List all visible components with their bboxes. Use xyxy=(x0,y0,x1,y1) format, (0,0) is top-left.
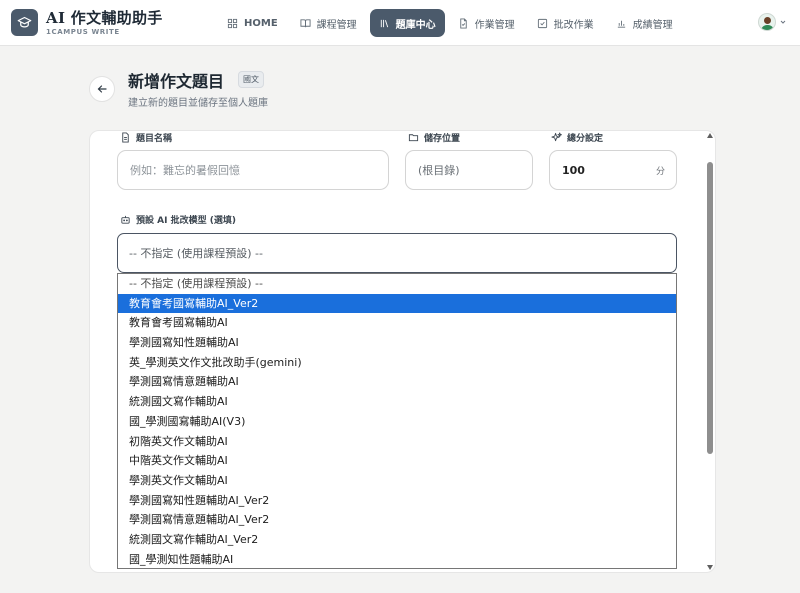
dropdown-option[interactable]: 國_學測知性題輔助AI xyxy=(118,550,676,568)
sparkle-icon xyxy=(551,132,562,142)
nav-item-label: 課程管理 xyxy=(316,19,357,31)
nav-item-grading[interactable]: 批改作業 xyxy=(528,9,603,37)
dropdown-option[interactable]: 學測國寫知性題輔助AI_Ver2 xyxy=(118,491,676,511)
dropdown-option[interactable]: 教育會考國寫輔助AI xyxy=(118,313,676,333)
app-subtitle: 1CAMPUS WRITE xyxy=(46,28,120,36)
score-input[interactable]: 100 分 xyxy=(549,150,677,190)
page-subtitle: 建立新的題目並儲存至個人題庫 xyxy=(128,98,268,109)
nav-item-label: 成績管理 xyxy=(632,19,673,31)
dropdown-option[interactable]: 學測國寫情意題輔助AI_Ver2 xyxy=(118,510,676,530)
file-icon xyxy=(459,17,467,29)
score-field-label: 總分設定 xyxy=(551,131,603,144)
title-input-placeholder: 例如：難忘的暑假回憶 xyxy=(130,164,240,177)
graduation-cap-icon[interactable] xyxy=(11,9,38,36)
nav-item-label: 題庫中心 xyxy=(395,19,436,31)
document-icon xyxy=(122,132,129,143)
nav-item-question-bank[interactable]: 題庫中心 xyxy=(369,9,445,37)
nav-item-scores[interactable]: 成績管理 xyxy=(607,9,682,37)
dropdown-option[interactable]: -- 不指定 (使用課程預設) -- xyxy=(118,274,676,294)
subject-badge: 國文 xyxy=(238,71,264,88)
dropdown-option-highlighted[interactable]: 教育會考國寫輔助AI_Ver2 xyxy=(118,293,676,314)
dropdown-option[interactable]: 學測英文作文輔助AI xyxy=(118,471,676,491)
book-icon xyxy=(300,18,311,27)
library-icon xyxy=(380,19,388,27)
scroll-down-arrow-icon[interactable] xyxy=(707,565,713,570)
main-nav: HOME 課程管理 題庫中心 作業管理 批改作業 成績管理 xyxy=(218,9,686,37)
dropdown-option[interactable]: 學測國寫知性題輔助AI xyxy=(118,333,676,353)
nav-item-assignments[interactable]: 作業管理 xyxy=(449,9,524,37)
nav-item-home[interactable]: HOME xyxy=(218,9,287,37)
page-title: 新增作文題目 xyxy=(128,72,225,91)
score-unit: 分 xyxy=(655,167,665,177)
nav-item-label: 批改作業 xyxy=(553,19,594,31)
model-select[interactable]: -- 不指定 (使用課程預設) -- xyxy=(117,233,677,273)
score-value: 100 xyxy=(562,163,585,177)
check-square-icon xyxy=(537,18,547,28)
model-select-value: -- 不指定 (使用課程預設) -- xyxy=(129,247,263,260)
app-title: AI 作文輔助助手 xyxy=(46,9,163,27)
dropdown-option[interactable]: 學測國寫情意題輔助AI xyxy=(118,372,676,392)
avatar[interactable] xyxy=(758,13,776,31)
title-input[interactable]: 例如：難忘的暑假回憶 xyxy=(117,150,389,190)
back-button[interactable] xyxy=(89,76,115,102)
dropdown-option[interactable]: 英_學測英文作文批改助手(gemini) xyxy=(118,353,676,373)
dropdown-option[interactable]: 國_學測國寫輔助AI(V3) xyxy=(118,412,676,432)
user-menu[interactable] xyxy=(758,13,787,31)
folder-icon xyxy=(408,134,419,142)
model-dropdown-list[interactable]: -- 不指定 (使用課程預設) -- 教育會考國寫輔助AI_Ver2 教育會考國… xyxy=(117,273,677,569)
location-select[interactable]: (根目錄) xyxy=(405,150,533,190)
nav-item-label: HOME xyxy=(244,17,278,29)
top-navbar: AI 作文輔助助手 1CAMPUS WRITE HOME 課程管理 題庫中心 作… xyxy=(0,0,800,46)
grid-icon xyxy=(227,18,238,28)
chevron-down-icon xyxy=(780,20,786,24)
arrow-left-icon xyxy=(97,85,107,93)
scroll-up-arrow-icon[interactable] xyxy=(707,133,713,138)
scrollbar-thumb[interactable] xyxy=(707,162,713,454)
nav-item-courses[interactable]: 課程管理 xyxy=(291,9,366,37)
dropdown-option[interactable]: 中階英文作文輔助AI xyxy=(118,451,676,471)
nav-item-label: 作業管理 xyxy=(474,19,515,31)
title-field-label: 題目名稱 xyxy=(120,131,172,144)
model-field-label: 預設 AI 批改模型 (選填) xyxy=(120,213,236,226)
location-field-label: 儲存位置 xyxy=(408,131,460,144)
bar-chart-icon xyxy=(617,20,625,28)
dropdown-option[interactable]: 統測國文寫作輔助AI_Ver2 xyxy=(118,530,676,550)
dropdown-option[interactable]: 初階英文作文輔助AI xyxy=(118,432,676,452)
location-value: (根目錄) xyxy=(418,164,460,177)
robot-icon xyxy=(121,215,130,224)
dropdown-option[interactable]: 統測國文寫作輔助AI xyxy=(118,392,676,412)
